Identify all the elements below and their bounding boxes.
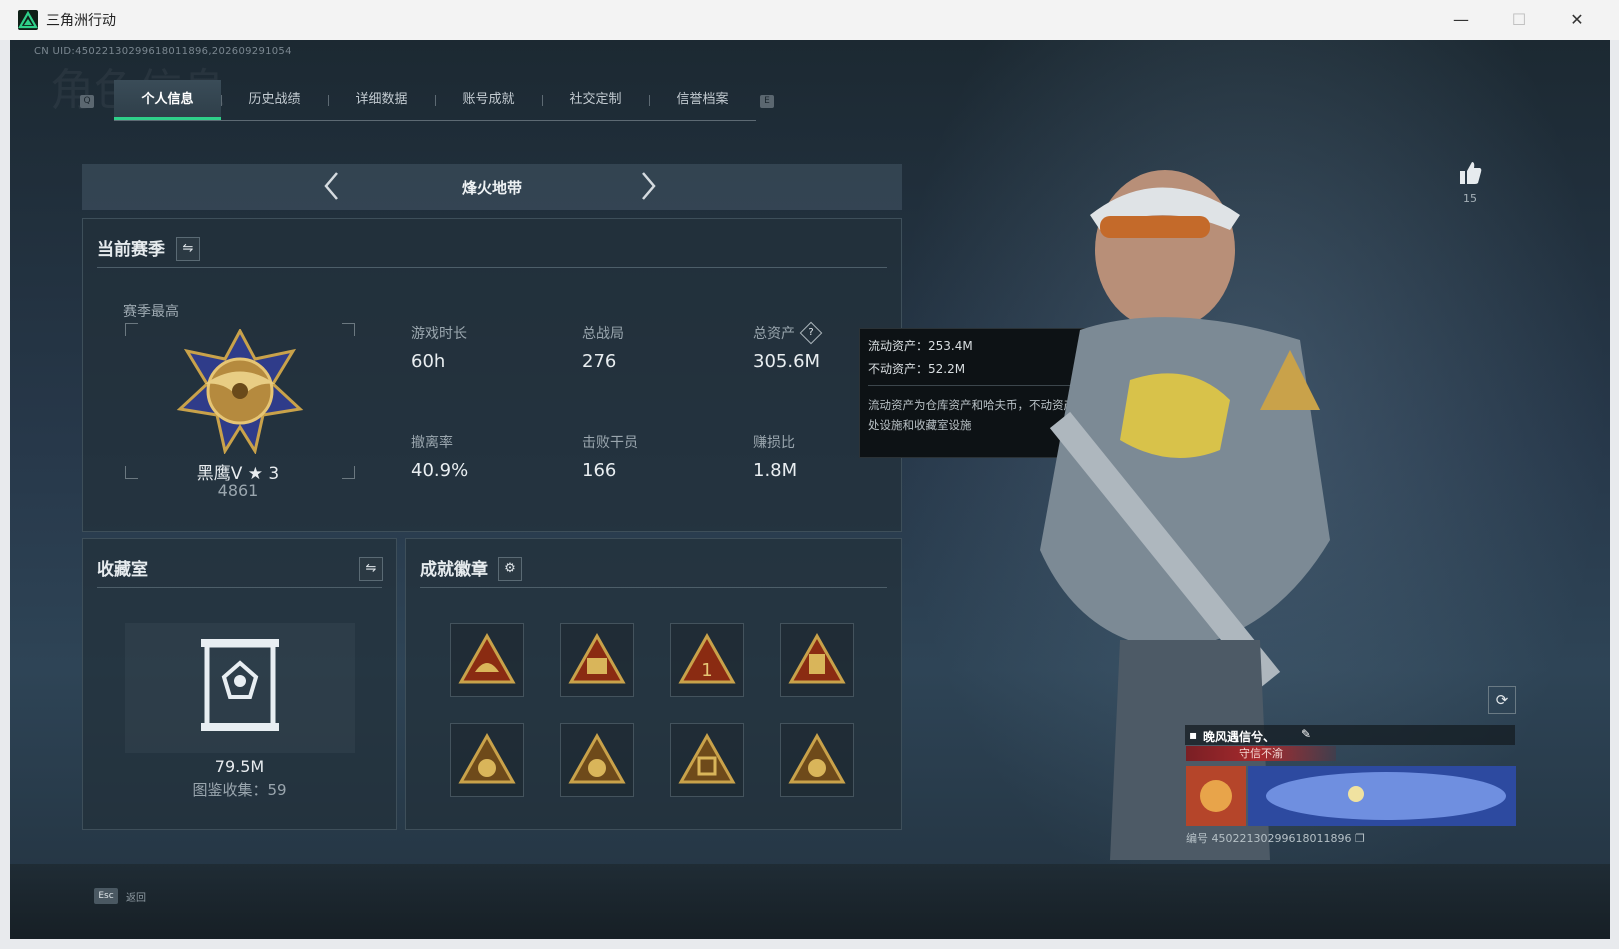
edit-icon[interactable]: ✎ xyxy=(1301,727,1311,741)
achievement-badge-squad[interactable] xyxy=(560,623,634,697)
window-titlebar: 三角洲行动 — ☐ ✕ xyxy=(0,0,1619,40)
season-best-label: 赛季最高 xyxy=(123,304,179,320)
divider xyxy=(97,267,887,268)
collection-panel[interactable]: 收藏室 ⇋ 79.5M 图鉴收集：59 xyxy=(82,538,397,830)
stat-extraction-rate: 撤离率 40.9% xyxy=(411,435,469,481)
achievements-panel: 成就徽章 ⚙ 1 xyxy=(405,538,902,830)
card-icon: ▪ xyxy=(1189,728,1198,742)
achievement-badge-gate[interactable] xyxy=(670,723,744,797)
footer-bar: Esc 返回 xyxy=(10,864,1610,939)
rank-score: 4861 xyxy=(217,481,259,500)
close-button[interactable]: ✕ xyxy=(1548,0,1606,40)
mode-next-button[interactable] xyxy=(638,169,658,211)
mode-title: 烽火地带 xyxy=(461,179,522,197)
stat-total-matches: 总战局 276 xyxy=(582,326,624,372)
tab-match-history[interactable]: 历史战绩 xyxy=(221,80,328,120)
tab-personal-info[interactable]: 个人信息 xyxy=(114,80,221,120)
achievement-badge-56[interactable] xyxy=(780,723,854,797)
tab-account-achievements[interactable]: 账号成就 xyxy=(435,80,542,120)
achievements-title: 成就徽章 xyxy=(420,560,488,580)
uid-text: CN UID:450221302996180118​96,20260929105… xyxy=(34,46,292,57)
collection-display xyxy=(125,623,355,753)
achievement-badge-tower[interactable] xyxy=(780,623,854,697)
achievement-badge-58[interactable] xyxy=(560,723,634,797)
season-swap-button[interactable]: ⇋ xyxy=(176,237,200,261)
tabs: 个人信息 历史战绩 详细数据 账号成就 社交定制 信誉档案 xyxy=(114,80,756,121)
minimize-button[interactable]: — xyxy=(1432,0,1490,40)
copy-icon[interactable]: ❐ xyxy=(1355,832,1365,845)
name-card-header: ▪ 晚风遇信兮、 ✎ xyxy=(1185,725,1515,745)
thumbs-up-icon xyxy=(1460,162,1482,184)
tooltip-liquid-assets: 流动资产：253.4M xyxy=(868,339,973,353)
help-icon[interactable]: ? xyxy=(799,321,823,345)
like-counter[interactable]: 15 xyxy=(1450,160,1490,205)
display-case-icon xyxy=(201,639,279,731)
refresh-icon[interactable]: ⟳ xyxy=(1488,686,1516,714)
svg-text:1: 1 xyxy=(701,660,712,681)
achievement-badge-511[interactable] xyxy=(450,723,524,797)
app-logo-icon xyxy=(18,10,38,30)
player-title-tag: 守信不渝 xyxy=(1186,746,1336,761)
stat-operators-defeated: 击败干员 166 xyxy=(582,435,638,481)
achievements-settings-button[interactable]: ⚙ xyxy=(498,557,522,581)
game-viewport: 角色信息 CN UID:450221302996180118​96,202609… xyxy=(10,40,1610,939)
player-name: 晚风遇信兮、 xyxy=(1203,730,1276,744)
collection-title: 收藏室 xyxy=(97,560,148,580)
tab-prev-key[interactable]: Q xyxy=(80,95,94,108)
collection-count: 图鉴收集：59 xyxy=(192,781,287,799)
tab-credit-profile[interactable]: 信誉档案 xyxy=(649,80,756,120)
esc-key[interactable]: Esc xyxy=(94,888,118,904)
mode-selector: 烽火地带 xyxy=(82,164,902,210)
tooltip-fixed-assets: 不动资产：52.2M xyxy=(868,362,966,376)
window-title: 三角洲行动 xyxy=(46,13,116,29)
collection-value: 79.5M xyxy=(214,757,265,776)
achievement-badge-sail[interactable] xyxy=(450,623,524,697)
back-label[interactable]: 返回 xyxy=(126,889,146,904)
achievement-badge-1[interactable]: 1 xyxy=(670,623,744,697)
season-title: 当前赛季 xyxy=(97,240,165,260)
current-season-panel: 当前赛季 ⇋ 赛季最高 黑鹰V ★ 3 4861 游戏时长 60h 总战局 276 xyxy=(82,218,902,532)
tab-social-custom[interactable]: 社交定制 xyxy=(542,80,649,120)
tab-bar: Q 个人信息 历史战绩 详细数据 账号成就 社交定制 信誉档案 E xyxy=(80,80,780,122)
tab-next-key[interactable]: E xyxy=(760,95,774,108)
collection-swap-button[interactable]: ⇋ xyxy=(359,557,383,581)
maximize-button[interactable]: ☐ xyxy=(1490,0,1548,40)
tab-detailed-data[interactable]: 详细数据 xyxy=(328,80,435,120)
like-count: 15 xyxy=(1463,192,1477,205)
rank-emblem-icon xyxy=(175,327,305,455)
player-id: 编号 450221302996180118​96 ❐ xyxy=(1186,832,1365,845)
chevron-right-icon xyxy=(642,172,656,200)
stat-playtime: 游戏时长 60h xyxy=(411,326,467,372)
name-card-banner[interactable] xyxy=(1186,766,1516,826)
